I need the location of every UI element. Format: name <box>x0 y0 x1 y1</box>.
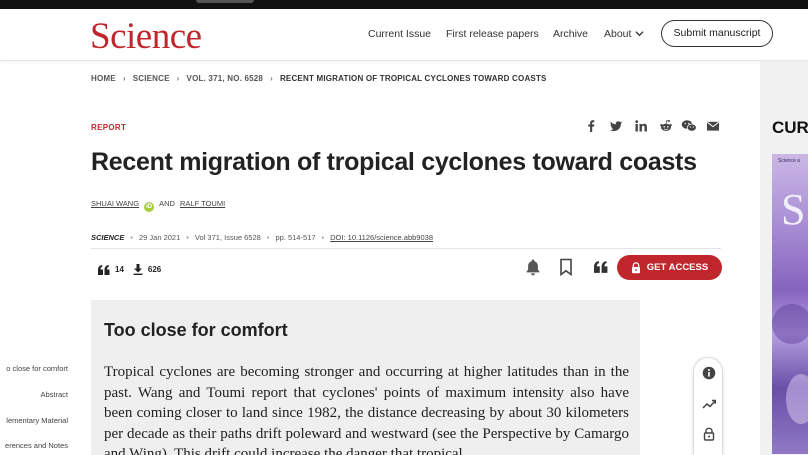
cover-masthead-small: Science a <box>778 158 800 164</box>
top-strip-tab <box>196 0 254 3</box>
floating-tool-rail <box>693 357 723 455</box>
citation-count: 14 <box>115 265 124 274</box>
article-meta: SCIENCE • 29 Jan 2021 • Vol 371, Issue 6528 •… <box>91 233 433 242</box>
current-issue-panel: CUR Science a S <box>760 61 808 455</box>
chevron-right-icon: › <box>176 74 180 83</box>
orcid-icon[interactable]: iD <box>144 202 155 212</box>
info-icon[interactable] <box>702 366 716 380</box>
cover-art-shape <box>786 374 808 424</box>
breadcrumb-article: RECENT MIGRATION OF TROPICAL CYCLONES TO… <box>279 74 547 83</box>
author-separator: AND <box>159 199 175 208</box>
bookmark-icon[interactable] <box>557 258 575 276</box>
publish-date: 29 Jan 2021 <box>138 233 181 242</box>
cite-quote-icon[interactable] <box>594 260 608 274</box>
metrics-trend-icon[interactable] <box>702 397 716 411</box>
lock-icon[interactable] <box>702 427 716 441</box>
chevron-right-icon: › <box>122 74 126 83</box>
article-metrics: 14 626 <box>98 264 170 275</box>
volume-issue[interactable]: Vol 371, Issue 6528 <box>195 233 261 242</box>
meta-separator: • <box>130 233 133 242</box>
article-type-label: REPORT <box>91 123 127 132</box>
editors-summary-heading: Too close for comfort <box>104 320 288 340</box>
breadcrumb-home[interactable]: HOME <box>91 74 116 83</box>
download-count: 626 <box>147 265 162 274</box>
author-link[interactable]: SHUAI WANG <box>91 199 139 208</box>
toc-item-references[interactable]: erences and Notes <box>5 441 68 450</box>
wechat-icon[interactable] <box>681 119 697 133</box>
linkedin-icon[interactable] <box>634 119 648 133</box>
nav-about[interactable]: About <box>604 28 645 40</box>
get-access-button[interactable]: GET ACCESS <box>617 255 722 280</box>
doi-link[interactable]: DOI: 10.1126/science.abb9038 <box>330 233 433 242</box>
science-logo[interactable]: Science <box>90 17 202 57</box>
page-range: pp. 514-517 <box>275 233 316 242</box>
toc-item-supplementary[interactable]: lementary Material <box>6 416 68 425</box>
chevron-down-icon <box>635 31 645 37</box>
breadcrumb: HOME › SCIENCE › VOL. 371, NO. 6528 › RECENT M… <box>91 74 547 83</box>
meta-separator: • <box>186 233 189 242</box>
meta-separator: • <box>321 233 325 242</box>
issue-cover-image[interactable]: Science a S <box>772 154 808 454</box>
article-title: Recent migration of tropical cyclones to… <box>91 148 697 176</box>
author-link[interactable]: RALF TOUMI <box>180 199 225 208</box>
breadcrumb-volume[interactable]: VOL. 371, NO. 6528 <box>187 74 264 83</box>
cover-art-shape <box>772 304 808 344</box>
facebook-icon[interactable] <box>584 119 598 133</box>
meta-divider <box>91 248 721 249</box>
nav-first-release[interactable]: First release papers <box>446 28 539 40</box>
current-issue-heading: CUR <box>772 118 808 137</box>
breadcrumb-science[interactable]: SCIENCE <box>133 74 170 83</box>
author-list: SHUAI WANG iD AND RALF TOUMI <box>91 199 225 212</box>
nav-archive[interactable]: Archive <box>553 28 588 40</box>
toc-item-abstract[interactable]: Abstract <box>40 390 68 399</box>
email-icon[interactable] <box>706 119 720 133</box>
browser-top-strip <box>0 0 808 9</box>
journal-name[interactable]: SCIENCE <box>91 233 124 242</box>
site-header: Science Current Issue First release pape… <box>0 9 808 61</box>
meta-separator: • <box>266 233 270 242</box>
twitter-icon[interactable] <box>609 119 623 133</box>
nav-current-issue[interactable]: Current Issue <box>368 28 431 40</box>
nav-about-label: About <box>604 28 632 40</box>
citation-quote-icon[interactable] <box>98 264 110 275</box>
bell-icon[interactable] <box>524 258 542 276</box>
cover-masthead-letter: S <box>781 185 806 234</box>
editors-summary-text: Tropical cyclones are becoming stronger … <box>104 364 629 455</box>
reddit-icon[interactable] <box>659 119 673 133</box>
lock-icon <box>631 261 640 273</box>
submit-manuscript-button[interactable]: Submit manuscript <box>661 20 773 47</box>
chevron-right-icon: › <box>270 74 273 83</box>
download-icon[interactable] <box>133 264 143 275</box>
get-access-label: GET ACCESS <box>646 262 709 273</box>
toc-item-editors-summary[interactable]: o close for comfort <box>6 364 68 373</box>
